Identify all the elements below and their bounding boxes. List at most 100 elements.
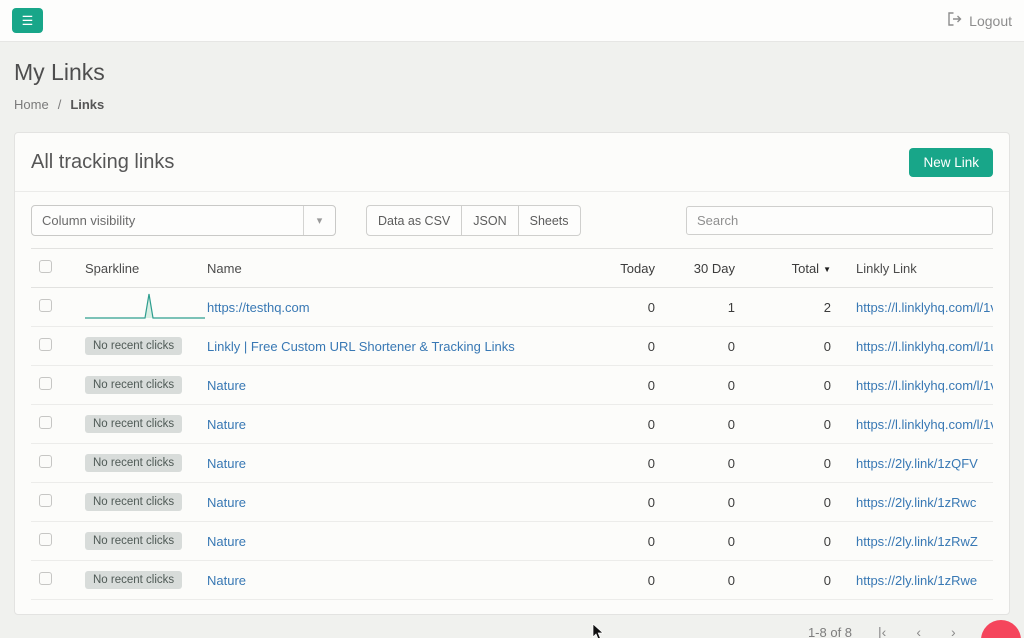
pagination-bar: 1-8 of 8 |‹ ‹ › ›|	[0, 615, 1024, 638]
link-name[interactable]: https://testhq.com	[207, 300, 310, 315]
today-count: 0	[581, 534, 667, 549]
today-count: 0	[581, 495, 667, 510]
link-name[interactable]: Linkly | Free Custom URL Shortener & Tra…	[207, 339, 515, 354]
hamburger-menu-button[interactable]: ☰	[12, 8, 43, 33]
linkly-link[interactable]: https://2ly.link/1zRwZ	[856, 534, 978, 549]
page-title: My Links	[14, 59, 1010, 86]
table-row: No recent clicks Nature 0 0 0 https://2l…	[31, 483, 993, 522]
row-checkbox[interactable]	[39, 377, 52, 390]
row-checkbox[interactable]	[39, 494, 52, 507]
today-count: 0	[581, 417, 667, 432]
col-header-30day[interactable]: 30 Day	[667, 261, 747, 276]
select-all-checkbox[interactable]	[39, 260, 52, 273]
day30-count: 0	[667, 534, 747, 549]
linkly-link[interactable]: https://l.linklyhq.com/l/1vZv	[856, 300, 993, 315]
row-checkbox[interactable]	[39, 338, 52, 351]
export-json-button[interactable]: JSON	[462, 205, 518, 236]
sparkline-cell: No recent clicks	[75, 337, 207, 355]
total-count: 0	[747, 573, 843, 588]
export-button-group: Data as CSV JSON Sheets	[366, 205, 581, 236]
page-next-icon[interactable]: ›	[951, 624, 956, 638]
sparkline-cell: No recent clicks	[75, 493, 207, 511]
sign-out-icon	[947, 12, 962, 29]
breadcrumb-current: Links	[70, 97, 104, 112]
row-checkbox[interactable]	[39, 299, 52, 312]
sparkline-cell: No recent clicks	[75, 415, 207, 433]
total-count: 0	[747, 495, 843, 510]
total-count: 0	[747, 534, 843, 549]
logout-label: Logout	[969, 13, 1012, 29]
table-row: No recent clicks Nature 0 0 0 https://2l…	[31, 561, 993, 600]
row-checkbox[interactable]	[39, 572, 52, 585]
breadcrumb: Home / Links	[14, 97, 1010, 112]
sparkline-cell: No recent clicks	[75, 532, 207, 550]
no-recent-clicks-badge: No recent clicks	[85, 571, 182, 589]
sparkline-cell	[75, 290, 207, 325]
total-count: 2	[747, 300, 843, 315]
row-checkbox[interactable]	[39, 416, 52, 429]
col-header-today[interactable]: Today	[581, 261, 667, 276]
panel-title: All tracking links	[31, 151, 174, 174]
day30-count: 0	[667, 339, 747, 354]
no-recent-clicks-badge: No recent clicks	[85, 376, 182, 394]
mouse-cursor	[592, 624, 605, 638]
today-count: 0	[581, 456, 667, 471]
link-name[interactable]: Nature	[207, 534, 246, 549]
table-row: No recent clicks Nature 0 0 0 https://l.…	[31, 405, 993, 444]
today-count: 0	[581, 573, 667, 588]
chevron-down-icon: ▾	[303, 206, 335, 235]
table-row: No recent clicks Nature 0 0 0 https://l.…	[31, 366, 993, 405]
total-count: 0	[747, 339, 843, 354]
table-row: No recent clicks Nature 0 0 0 https://2l…	[31, 444, 993, 483]
no-recent-clicks-badge: No recent clicks	[85, 454, 182, 472]
day30-count: 0	[667, 456, 747, 471]
top-bar: ☰ Logout	[0, 0, 1024, 42]
link-name[interactable]: Nature	[207, 495, 246, 510]
linkly-link[interactable]: https://l.linklyhq.com/l/1u3jW	[856, 339, 993, 354]
today-count: 0	[581, 378, 667, 393]
link-name[interactable]: Nature	[207, 456, 246, 471]
sparkline-chart	[75, 310, 205, 325]
new-link-button[interactable]: New Link	[909, 148, 993, 177]
table-row: No recent clicks Linkly | Free Custom UR…	[31, 327, 993, 366]
table-row: https://testhq.com 0 1 2 https://l.linkl…	[31, 288, 993, 327]
link-name[interactable]: Nature	[207, 378, 246, 393]
today-count: 0	[581, 300, 667, 315]
column-visibility-label: Column visibility	[32, 213, 135, 228]
no-recent-clicks-badge: No recent clicks	[85, 415, 182, 433]
day30-count: 0	[667, 573, 747, 588]
table-body: https://testhq.com 0 1 2 https://l.linkl…	[31, 288, 993, 600]
linkly-link[interactable]: https://2ly.link/1zQFV	[856, 456, 978, 471]
today-count: 0	[581, 339, 667, 354]
col-header-linkly-link[interactable]: Linkly Link	[843, 261, 993, 276]
table-controls: Column visibility ▾ Data as CSV JSON She…	[15, 192, 1009, 248]
sparkline-cell: No recent clicks	[75, 454, 207, 472]
linkly-link[interactable]: https://2ly.link/1zRwc	[856, 495, 976, 510]
sparkline-cell: No recent clicks	[75, 376, 207, 394]
page-prev-icon[interactable]: ‹	[916, 624, 921, 638]
day30-count: 0	[667, 378, 747, 393]
search-input[interactable]	[686, 206, 993, 235]
row-checkbox[interactable]	[39, 533, 52, 546]
export-sheets-button[interactable]: Sheets	[519, 205, 581, 236]
col-header-name[interactable]: Name	[207, 261, 581, 276]
link-name[interactable]: Nature	[207, 573, 246, 588]
linkly-link[interactable]: https://l.linklyhq.com/l/1vbu	[856, 417, 993, 432]
panel-header: All tracking links New Link	[15, 133, 1009, 192]
page-header: My Links Home / Links	[0, 42, 1024, 132]
link-name[interactable]: Nature	[207, 417, 246, 432]
linkly-link[interactable]: https://2ly.link/1zRwe	[856, 573, 977, 588]
day30-count: 1	[667, 300, 747, 315]
col-header-sparkline[interactable]: Sparkline	[75, 261, 207, 276]
export-csv-button[interactable]: Data as CSV	[366, 205, 462, 236]
col-header-total[interactable]: Total▼	[747, 261, 843, 276]
logout-button[interactable]: Logout	[947, 12, 1012, 29]
page-first-icon[interactable]: |‹	[878, 624, 886, 638]
column-visibility-select[interactable]: Column visibility ▾	[31, 205, 336, 236]
breadcrumb-home[interactable]: Home	[14, 97, 49, 112]
linkly-link[interactable]: https://l.linklyhq.com/l/1vYA	[856, 378, 993, 393]
no-recent-clicks-badge: No recent clicks	[85, 337, 182, 355]
row-checkbox[interactable]	[39, 455, 52, 468]
sort-desc-icon: ▼	[823, 265, 831, 274]
day30-count: 0	[667, 417, 747, 432]
